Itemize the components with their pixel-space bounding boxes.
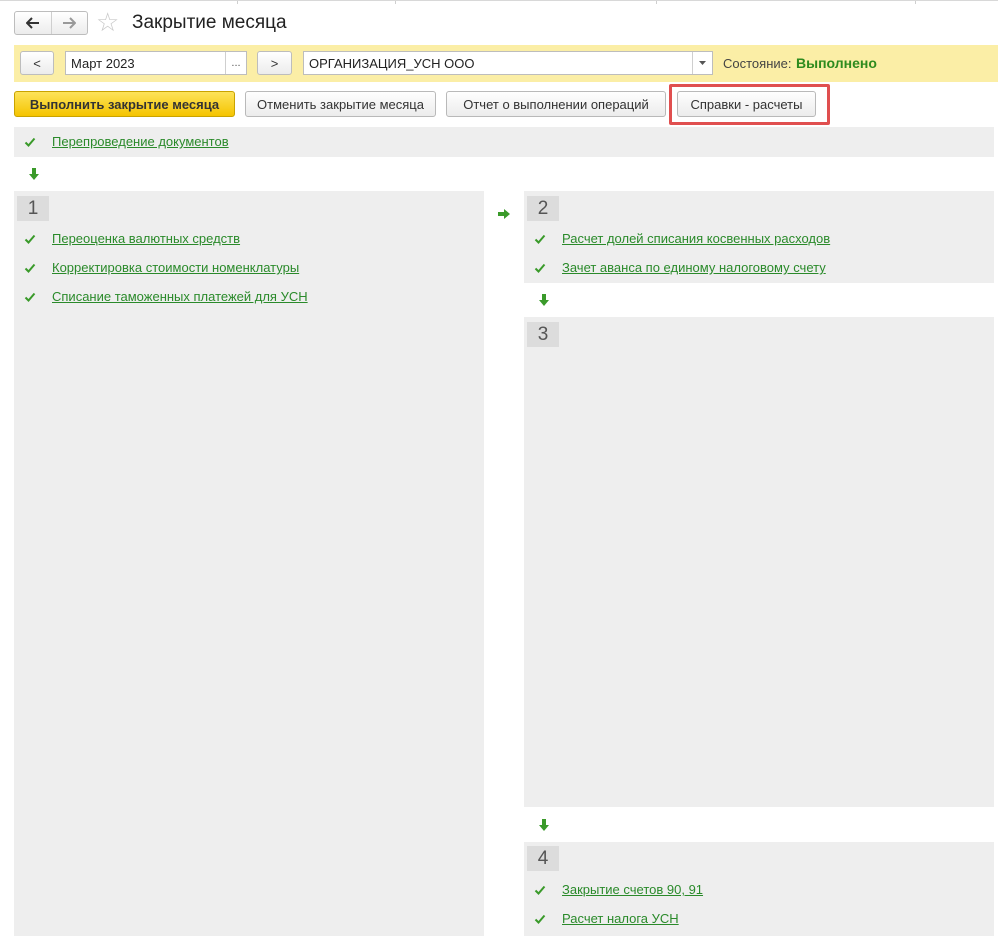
star-icon[interactable]: ☆ — [96, 8, 119, 36]
stage-3-number: 3 — [527, 322, 559, 347]
period-field[interactable]: Март 2023 ... — [65, 51, 247, 75]
organization-value: ОРГАНИЗАЦИЯ_УСН ООО — [309, 55, 475, 71]
page-title: Закрытие месяца — [132, 12, 287, 33]
stage-4-item: Расчет налога УСН — [534, 911, 679, 926]
stage-4-number: 4 — [527, 846, 559, 871]
next-period-button[interactable]: > — [257, 51, 292, 75]
cost-adjustment-link[interactable]: Корректировка стоимости номенклатуры — [52, 260, 299, 275]
stage-1-number: 1 — [17, 196, 49, 221]
operations-report-button[interactable]: Отчет о выполнении операций — [446, 91, 666, 117]
stage-1-item: Корректировка стоимости номенклатуры — [24, 260, 299, 275]
period-select-button[interactable]: ... — [225, 52, 246, 74]
repost-documents-link[interactable]: Перепроведение документов — [52, 134, 229, 149]
state-value: Выполнено — [796, 55, 877, 71]
state-label: Состояние: — [723, 56, 792, 71]
close-accounts-link[interactable]: Закрытие счетов 90, 91 — [562, 882, 703, 897]
arrow-right-icon — [498, 209, 510, 219]
arrow-down-icon — [539, 294, 549, 306]
indirect-costs-share-link[interactable]: Расчет долей списания косвенных расходов — [562, 231, 830, 246]
organization-field[interactable]: ОРГАНИЗАЦИЯ_УСН ООО — [303, 51, 713, 75]
customs-writeoff-link[interactable]: Списание таможенных платежей для УСН — [52, 289, 308, 304]
stage-2-item: Зачет аванса по единому налоговому счету — [534, 260, 826, 275]
check-icon — [24, 137, 36, 147]
references-calculations-button[interactable]: Справки - расчеты — [677, 91, 816, 117]
check-icon — [534, 914, 546, 924]
step-repost-documents: Перепроведение документов — [24, 134, 229, 149]
check-icon — [534, 885, 546, 895]
check-icon — [534, 263, 546, 273]
check-icon — [534, 234, 546, 244]
chevron-down-icon — [699, 60, 706, 65]
stage-1-item: Списание таможенных платежей для УСН — [24, 289, 308, 304]
check-icon — [24, 263, 36, 273]
check-icon — [24, 292, 36, 302]
stage-2-item: Расчет долей списания косвенных расходов — [534, 231, 830, 246]
period-value: Март 2023 — [71, 55, 135, 71]
stage-1-item: Переоценка валютных средств — [24, 231, 240, 246]
navigation-buttons — [14, 11, 88, 35]
back-button[interactable] — [15, 12, 51, 34]
currency-revaluation-link[interactable]: Переоценка валютных средств — [52, 231, 240, 246]
stage-3-panel — [524, 317, 994, 807]
advance-offset-link[interactable]: Зачет аванса по единому налоговому счету — [562, 260, 826, 275]
stage-4-item: Закрытие счетов 90, 91 — [534, 882, 703, 897]
check-icon — [24, 234, 36, 244]
arrow-left-icon — [25, 17, 39, 29]
organization-dropdown-button[interactable] — [692, 52, 712, 74]
forward-button[interactable] — [50, 12, 88, 34]
arrow-down-icon — [29, 168, 39, 180]
cancel-month-close-button[interactable]: Отменить закрытие месяца — [245, 91, 436, 117]
execute-month-close-button[interactable]: Выполнить закрытие месяца — [14, 91, 235, 117]
arrow-down-icon — [539, 819, 549, 831]
stage-2-number: 2 — [527, 196, 559, 221]
window-top-border — [0, 0, 998, 4]
prev-period-button[interactable]: < — [20, 51, 54, 75]
arrow-right-icon — [63, 17, 77, 29]
usn-tax-calculation-link[interactable]: Расчет налога УСН — [562, 911, 679, 926]
